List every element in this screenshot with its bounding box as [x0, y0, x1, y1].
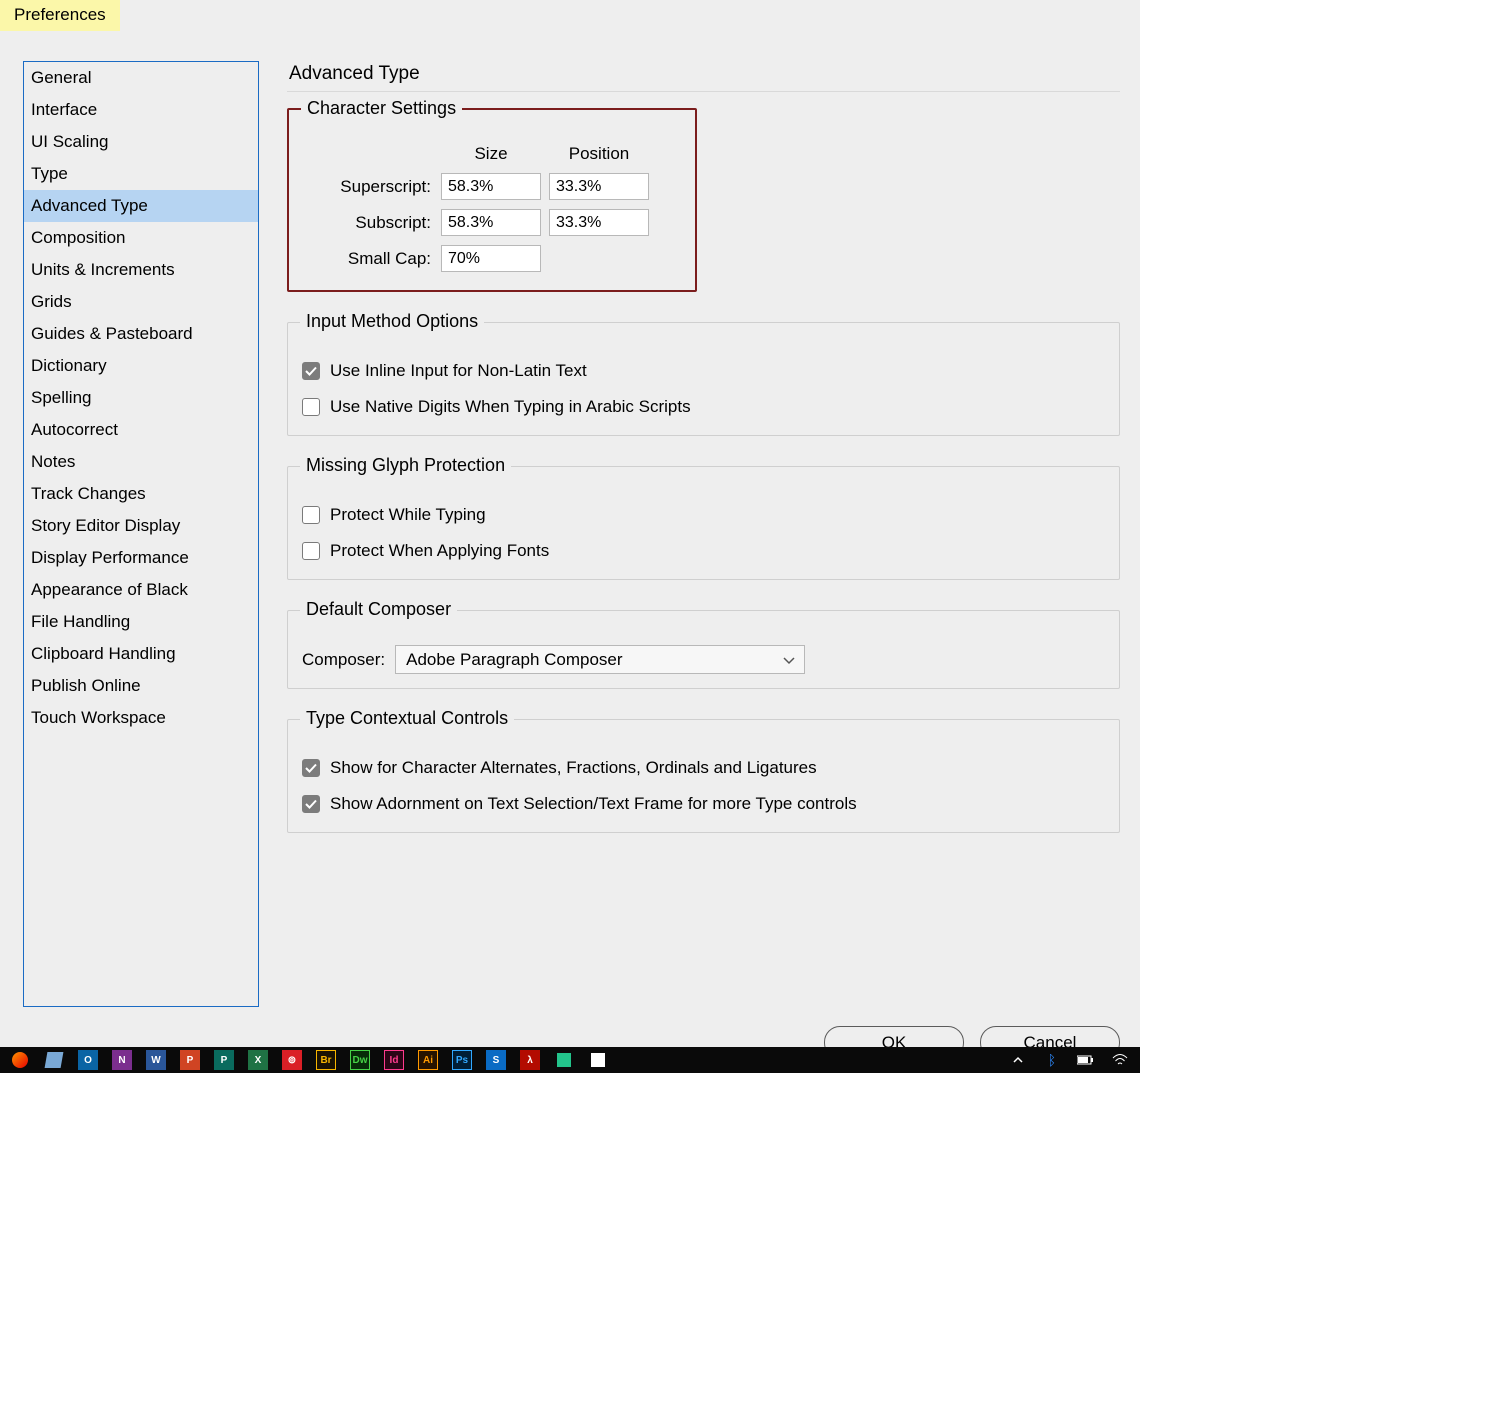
group-legend: Missing Glyph Protection: [300, 456, 511, 474]
bluetooth-icon[interactable]: ᛒ: [1036, 1050, 1068, 1070]
subscript-size-input[interactable]: [441, 209, 541, 236]
word-icon[interactable]: W: [140, 1050, 172, 1070]
sidebar-item-display-performance[interactable]: Display Performance: [24, 542, 258, 574]
divider: [287, 91, 1120, 92]
sidebar-item-type[interactable]: Type: [24, 158, 258, 190]
bridge-icon[interactable]: Br: [310, 1050, 342, 1070]
snagit-icon[interactable]: S: [480, 1050, 512, 1070]
native-digits-checkbox[interactable]: [302, 398, 320, 416]
onenote-icon[interactable]: N: [106, 1050, 138, 1070]
indesign-icon[interactable]: Id: [378, 1050, 410, 1070]
firefox-icon[interactable]: [4, 1050, 36, 1070]
input-method-group: Input Method Options Use Inline Input fo…: [287, 322, 1120, 436]
chevron-down-icon: [782, 653, 796, 667]
smallcap-label: Small Cap:: [303, 249, 433, 269]
subscript-label: Subscript:: [303, 213, 433, 233]
settings-panel: Advanced Type Character Settings Size Po…: [287, 61, 1120, 1007]
dreamweaver-icon[interactable]: Dw: [344, 1050, 376, 1070]
creative-cloud-icon[interactable]: ⊚: [276, 1050, 308, 1070]
acrobat-icon[interactable]: λ: [514, 1050, 546, 1070]
sidebar-item-appearance-of-black[interactable]: Appearance of Black: [24, 574, 258, 606]
default-composer-group: Default Composer Composer: Adobe Paragra…: [287, 610, 1120, 689]
sidebar-item-story-editor-display[interactable]: Story Editor Display: [24, 510, 258, 542]
sidebar-item-ui-scaling[interactable]: UI Scaling: [24, 126, 258, 158]
category-sidebar: General Interface UI Scaling Type Advanc…: [23, 61, 259, 1007]
glyph-protection-group: Missing Glyph Protection Protect While T…: [287, 466, 1120, 580]
contextual-controls-group: Type Contextual Controls Show for Charac…: [287, 719, 1120, 833]
group-legend: Input Method Options: [300, 312, 484, 330]
check-icon: [305, 798, 317, 810]
protect-typing-checkbox[interactable]: [302, 506, 320, 524]
sidebar-item-advanced-type[interactable]: Advanced Type: [24, 190, 258, 222]
protect-fonts-checkbox[interactable]: [302, 542, 320, 560]
app-icon[interactable]: [548, 1050, 580, 1070]
sidebar-item-clipboard-handling[interactable]: Clipboard Handling: [24, 638, 258, 670]
app-icon[interactable]: [582, 1050, 614, 1070]
group-legend: Character Settings: [301, 99, 462, 117]
check-icon: [305, 365, 317, 377]
window-title-tab: Preferences: [0, 0, 120, 31]
inline-input-label: Use Inline Input for Non-Latin Text: [330, 361, 587, 381]
sidebar-item-notes[interactable]: Notes: [24, 446, 258, 478]
sidebar-item-general[interactable]: General: [24, 62, 258, 94]
subscript-position-input[interactable]: [549, 209, 649, 236]
header-position: Position: [549, 144, 649, 164]
sidebar-item-publish-online[interactable]: Publish Online: [24, 670, 258, 702]
sidebar-item-interface[interactable]: Interface: [24, 94, 258, 126]
sidebar-item-spelling[interactable]: Spelling: [24, 382, 258, 414]
character-settings-group: Character Settings Size Position Supersc…: [287, 108, 697, 292]
photoshop-icon[interactable]: Ps: [446, 1050, 478, 1070]
excel-icon[interactable]: X: [242, 1050, 274, 1070]
sidebar-item-grids[interactable]: Grids: [24, 286, 258, 318]
wifi-icon[interactable]: [1104, 1050, 1136, 1070]
sidebar-item-touch-workspace[interactable]: Touch Workspace: [24, 702, 258, 734]
battery-icon[interactable]: [1070, 1050, 1102, 1070]
superscript-position-input[interactable]: [549, 173, 649, 200]
protect-fonts-label: Protect When Applying Fonts: [330, 541, 549, 561]
protect-typing-label: Protect While Typing: [330, 505, 486, 525]
sidebar-item-composition[interactable]: Composition: [24, 222, 258, 254]
sidebar-item-units-increments[interactable]: Units & Increments: [24, 254, 258, 286]
illustrator-icon[interactable]: Ai: [412, 1050, 444, 1070]
show-alternates-label: Show for Character Alternates, Fractions…: [330, 758, 817, 778]
windows-taskbar: O N W P P X ⊚ Br Dw Id Ai Ps S λ ᛒ: [0, 1047, 1140, 1073]
sidebar-item-autocorrect[interactable]: Autocorrect: [24, 414, 258, 446]
sidebar-item-track-changes[interactable]: Track Changes: [24, 478, 258, 510]
composer-label: Composer:: [302, 650, 385, 670]
group-legend: Type Contextual Controls: [300, 709, 514, 727]
preferences-window: Preferences General Interface UI Scaling…: [0, 0, 1140, 1073]
show-adornment-label: Show Adornment on Text Selection/Text Fr…: [330, 794, 857, 814]
composer-value: Adobe Paragraph Composer: [406, 650, 622, 670]
inline-input-checkbox[interactable]: [302, 362, 320, 380]
powerpoint-icon[interactable]: P: [174, 1050, 206, 1070]
sidebar-item-file-handling[interactable]: File Handling: [24, 606, 258, 638]
show-adornment-checkbox[interactable]: [302, 795, 320, 813]
publisher-icon[interactable]: P: [208, 1050, 240, 1070]
tray-chevron-icon[interactable]: [1002, 1050, 1034, 1070]
notepad-icon[interactable]: [38, 1050, 70, 1070]
outlook-icon[interactable]: O: [72, 1050, 104, 1070]
native-digits-label: Use Native Digits When Typing in Arabic …: [330, 397, 691, 417]
composer-select[interactable]: Adobe Paragraph Composer: [395, 645, 805, 674]
sidebar-item-dictionary[interactable]: Dictionary: [24, 350, 258, 382]
page-title: Advanced Type: [289, 63, 1120, 85]
sidebar-item-guides-pasteboard[interactable]: Guides & Pasteboard: [24, 318, 258, 350]
group-legend: Default Composer: [300, 600, 457, 618]
smallcap-size-input[interactable]: [441, 245, 541, 272]
show-alternates-checkbox[interactable]: [302, 759, 320, 777]
check-icon: [305, 762, 317, 774]
header-size: Size: [441, 144, 541, 164]
superscript-label: Superscript:: [303, 177, 433, 197]
superscript-size-input[interactable]: [441, 173, 541, 200]
